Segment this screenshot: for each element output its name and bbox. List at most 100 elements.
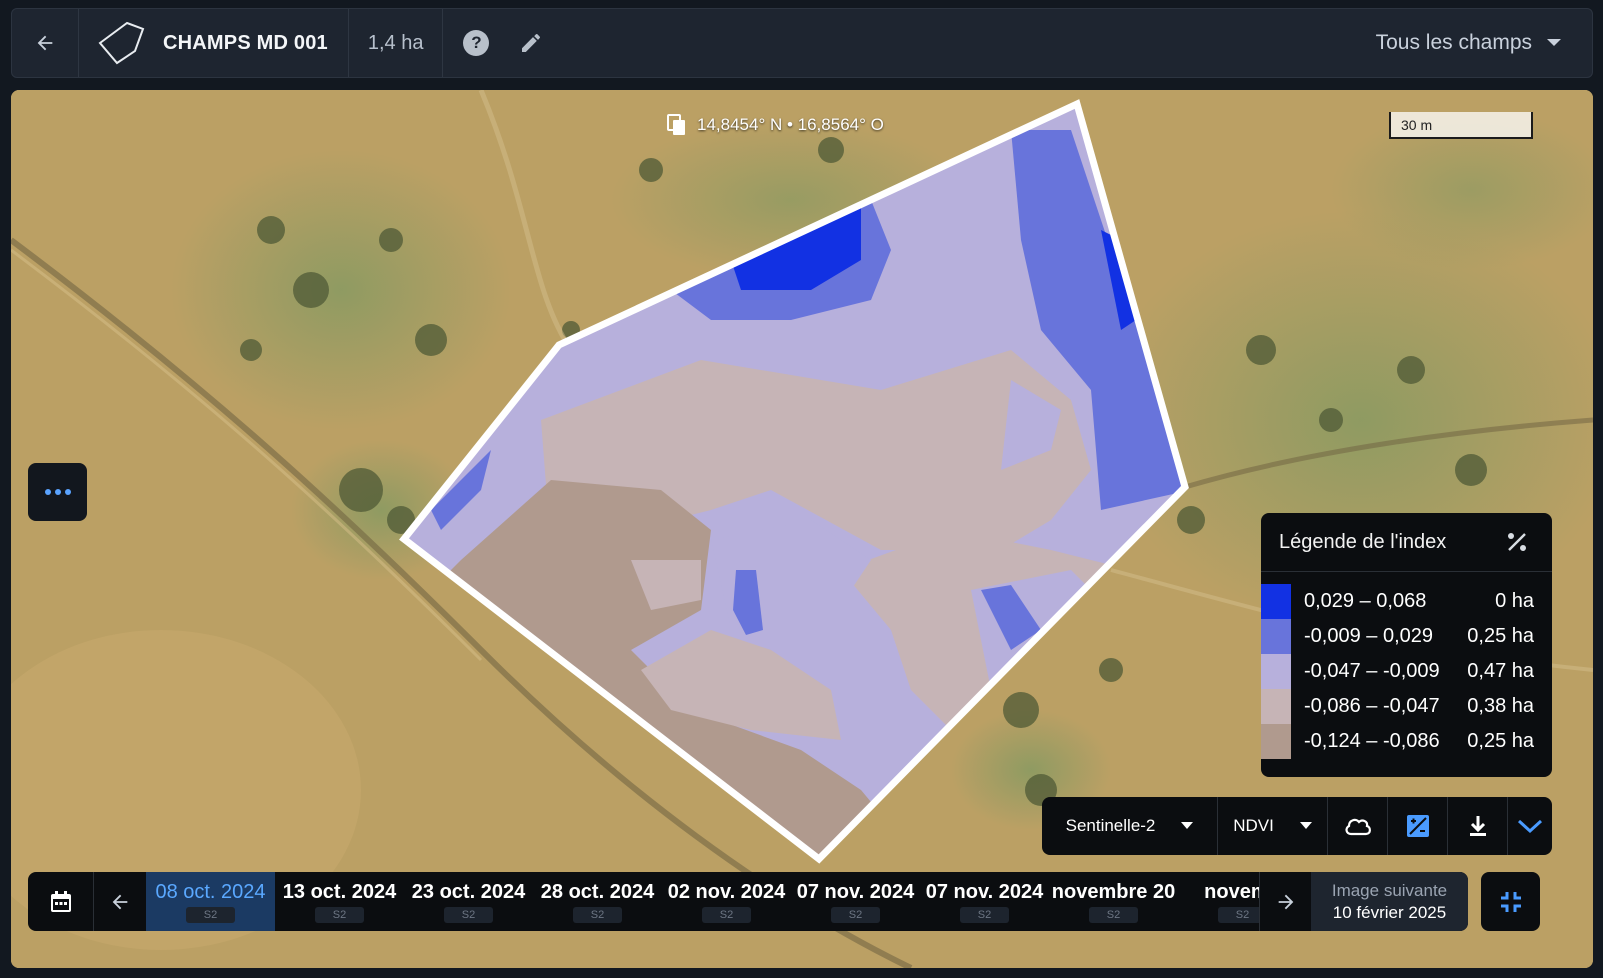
imagery-toolbar: Sentinelle-2 NDVI	[1042, 797, 1552, 855]
legend-range: -0,047 – -0,009	[1304, 660, 1440, 682]
expand-toolbar-button[interactable]	[1508, 797, 1552, 855]
legend-swatch	[1261, 619, 1291, 654]
image-compare-button[interactable]	[1388, 797, 1448, 855]
legend-area: 0,25 ha	[1467, 625, 1534, 647]
percent-toggle-icon[interactable]	[1506, 531, 1528, 553]
scale-label: 30 m	[1401, 117, 1433, 133]
arrow-left-icon	[112, 894, 128, 909]
field-area-segment: 1,4 ha	[349, 9, 444, 77]
date-label: 07 nov. 2024	[925, 880, 1044, 903]
date-label: 08 oct. 2024	[155, 880, 266, 903]
date-item[interactable]: 07 nov. 2024 S2	[791, 872, 920, 931]
date-label: 07 nov. 2024	[796, 880, 915, 903]
legend-swatch	[1261, 654, 1291, 689]
legend-range: 0,029 – 0,068	[1304, 590, 1427, 612]
date-item[interactable]: novemb S2	[1178, 872, 1259, 931]
date-label: 23 oct. 2024	[411, 880, 526, 903]
satellite-badge: S2	[830, 906, 881, 923]
date-label: novembre 20	[1051, 880, 1176, 903]
all-fields-dropdown[interactable]: Tous les champs	[1376, 9, 1592, 77]
satellite-badge: S2	[443, 906, 494, 923]
collapse-icon	[1500, 891, 1521, 912]
back-button[interactable]	[12, 9, 79, 77]
legend-row: -0,086 – -0,047 0,38 ha	[1261, 689, 1552, 724]
legend-swatch	[1261, 584, 1291, 619]
header-tools: ?	[443, 9, 563, 77]
index-legend: Légende de l'index 0,029 – 0,068 0 ha -0,…	[1261, 513, 1552, 777]
more-dots-icon	[44, 489, 51, 495]
satellite-badge: S2	[701, 906, 752, 923]
legend-swatch	[1261, 724, 1291, 759]
legend-row: -0,124 – -0,086 0,25 ha	[1261, 724, 1552, 759]
date-item[interactable]: 02 nov. 2024 S2	[662, 872, 791, 931]
arrow-left-icon	[37, 35, 53, 51]
coordinates-readout[interactable]: 14,8454° N • 16,8564° O	[667, 114, 884, 136]
legend-area: 0,47 ha	[1467, 660, 1534, 682]
legend-title: Légende de l'index	[1279, 530, 1447, 553]
previous-date-button[interactable]	[94, 872, 146, 931]
next-image-date: 10 février 2025	[1332, 902, 1447, 922]
date-item[interactable]: novembre 20 S2	[1049, 872, 1178, 931]
legend-range: -0,086 – -0,047	[1304, 695, 1440, 717]
legend-rows: 0,029 – 0,068 0 ha -0,009 – 0,029 0,25 ha …	[1261, 572, 1552, 759]
more-options-button[interactable]	[28, 463, 87, 521]
download-button[interactable]	[1448, 797, 1508, 855]
next-image-button[interactable]: Image suivante 10 février 2025	[1311, 872, 1468, 931]
more-dot	[54, 489, 61, 495]
legend-row: -0,009 – 0,029 0,25 ha	[1261, 619, 1552, 654]
date-item[interactable]: 08 oct. 2024 S2	[146, 872, 275, 931]
satellite-badge: S2	[1088, 906, 1139, 923]
date-item[interactable]: 13 oct. 2024 S2	[275, 872, 404, 931]
satellite-badge: S2	[1217, 906, 1259, 923]
date-label: novemb	[1204, 880, 1259, 903]
arrow-right-icon	[1278, 894, 1293, 909]
pencil-icon[interactable]	[519, 31, 543, 55]
index-select[interactable]: NDVI	[1218, 797, 1328, 855]
caret-down-icon	[1299, 822, 1312, 829]
next-date-button[interactable]	[1259, 872, 1311, 931]
exit-fullscreen-button[interactable]	[1481, 872, 1540, 931]
date-item[interactable]: 07 nov. 2024 S2	[920, 872, 1049, 931]
caret-down-icon	[1181, 822, 1194, 829]
legend-swatch	[1261, 689, 1291, 724]
calendar-button[interactable]	[28, 872, 94, 931]
help-glyph: ?	[471, 33, 482, 52]
legend-row: -0,047 – -0,009 0,47 ha	[1261, 654, 1552, 689]
field-area: 1,4 ha	[367, 31, 424, 54]
legend-area: 0,38 ha	[1467, 695, 1534, 717]
copy-icon[interactable]	[667, 114, 687, 136]
satellite-badge: S2	[959, 906, 1010, 923]
next-image-label: Image suivante	[1331, 880, 1448, 900]
top-bar: CHAMPS MD 001 1,4 ha ? Tous les champs	[11, 8, 1593, 78]
date-label: 28 oct. 2024	[540, 880, 655, 903]
date-item[interactable]: 23 oct. 2024 S2	[404, 872, 533, 931]
index-label: NDVI	[1233, 816, 1274, 835]
field-title[interactable]: CHAMPS MD 001	[79, 9, 349, 77]
cloud-filter-button[interactable]	[1328, 797, 1388, 855]
legend-header: Légende de l'index	[1261, 513, 1552, 572]
satellite-badge: S2	[185, 906, 236, 923]
more-dot	[64, 489, 71, 495]
cloud-icon	[1344, 818, 1371, 836]
legend-row: 0,029 – 0,068 0 ha	[1261, 584, 1552, 619]
sensor-label: Sentinelle-2	[1065, 816, 1156, 835]
sensor-select[interactable]: Sentinelle-2	[1042, 797, 1218, 855]
calendar-icon	[50, 890, 71, 912]
satellite-badge: S2	[572, 906, 623, 923]
caret-down-icon	[1547, 39, 1561, 46]
legend-range: -0,009 – 0,029	[1304, 625, 1433, 647]
date-item[interactable]: 28 oct. 2024 S2	[533, 872, 662, 931]
legend-area: 0,25 ha	[1467, 730, 1534, 752]
date-label: 02 nov. 2024	[667, 880, 786, 903]
coordinates-text: 14,8454° N • 16,8564° O	[697, 115, 884, 134]
date-timeline: 08 oct. 2024 S2 13 oct. 2024 S2 23 oct. 20…	[28, 872, 1468, 931]
scale-bar: 30 m	[1389, 112, 1533, 139]
date-label: 13 oct. 2024	[282, 880, 397, 903]
field-polygon-icon	[98, 21, 145, 65]
image-compare-icon	[1406, 815, 1429, 837]
date-list: 08 oct. 2024 S2 13 oct. 2024 S2 23 oct. 20…	[146, 872, 1259, 931]
all-fields-label: Tous les champs	[1375, 31, 1532, 54]
download-icon	[1469, 816, 1486, 836]
help-icon[interactable]: ?	[463, 30, 490, 56]
legend-area: 0 ha	[1495, 590, 1534, 612]
